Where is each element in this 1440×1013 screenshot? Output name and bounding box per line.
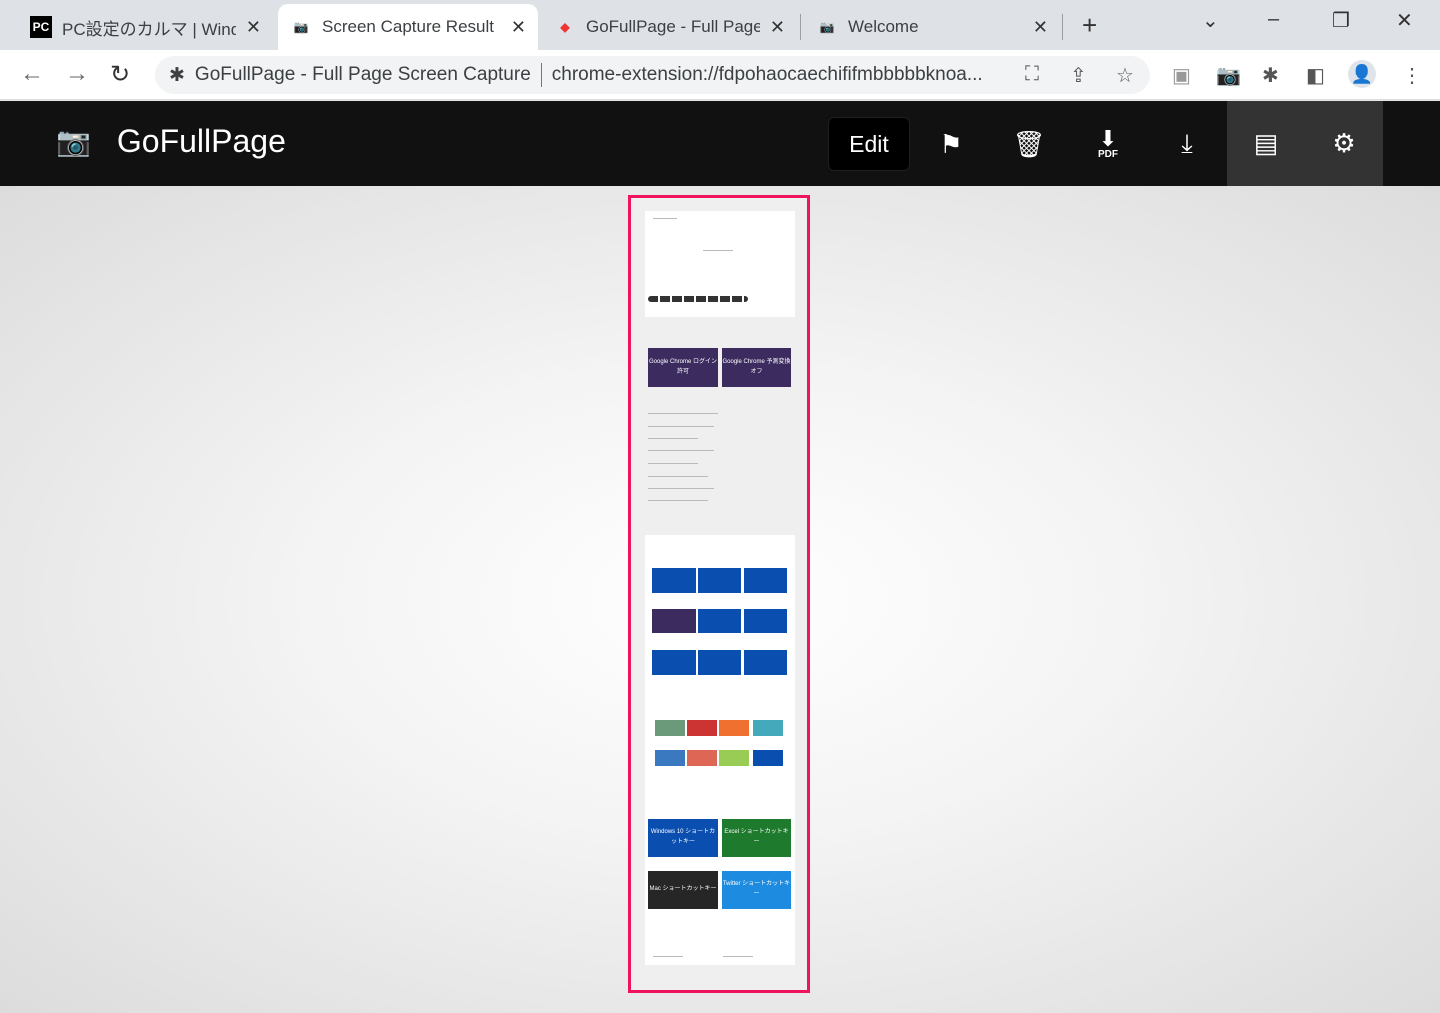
reload-button[interactable]: ↻ [110, 60, 130, 89]
toolbar: ← → ↻ ✱ GoFullPage - Full Page Screen Ca… [0, 50, 1440, 100]
bookmark-star-icon[interactable]: ☆ [1116, 63, 1134, 88]
shortcut-tile: Windows 10 ショートカットキー [648, 819, 718, 857]
download-image-icon[interactable]: ⤓ [1148, 117, 1226, 171]
extensions-puzzle-icon[interactable]: ✱ [1262, 63, 1279, 88]
restore-button[interactable]: ❐ [1332, 8, 1350, 33]
featured-tile: Google Chrome 予測変換 オフ [722, 348, 791, 387]
extension-icon: ✱ [169, 64, 185, 86]
tab-search-icon[interactable]: ⌄ [1202, 8, 1219, 33]
side-panel-icon[interactable]: ◧ [1306, 63, 1325, 88]
download-icon: ⬇ [1098, 126, 1118, 151]
address-bar[interactable]: ✱ GoFullPage - Full Page Screen Capture … [155, 56, 1150, 94]
pc-favicon-icon: PC [30, 16, 52, 38]
minimize-button[interactable]: – [1268, 8, 1279, 31]
extension-n-icon[interactable]: ▣ [1172, 63, 1191, 88]
shortcut-tile: Excel ショートカットキー [722, 819, 791, 857]
close-tab-icon[interactable]: ✕ [770, 17, 785, 38]
tab-gofullpage-store[interactable]: ◆ GoFullPage - Full Page Screen Capture✕ [542, 4, 797, 50]
translate-icon[interactable]: ⛶ [1025, 63, 1039, 86]
chrome-store-icon: ◆ [560, 20, 570, 34]
camera-icon: 📷 [819, 20, 835, 34]
app-title: GoFullPage [116, 123, 286, 159]
download-pdf-button[interactable]: ⬇ PDF [1069, 117, 1147, 171]
settings-gear-icon[interactable]: ⚙ [1305, 101, 1383, 186]
tab-strip: PC PC設定のカルマ | Windows✕ 📷 Screen Capture … [0, 0, 1440, 50]
gofullpage-camera-icon[interactable]: 📷 [1216, 63, 1241, 88]
app-header: 📷 GoFullPage Edit ⚑ 🗑 ⬇ PDF ⤓ ▤ ⚙ [0, 101, 1440, 186]
close-window-button[interactable]: ✕ [1396, 8, 1413, 33]
tab-pc-karma[interactable]: PC PC設定のカルマ | Windows✕ [18, 4, 273, 50]
tab-welcome[interactable]: 📷 Welcome ✕ [804, 4, 1060, 50]
profile-avatar[interactable]: 👤 [1348, 60, 1376, 88]
shortcut-tile: Twitter ショートカットキー [722, 871, 791, 909]
forward-button[interactable]: → [65, 60, 89, 88]
share-icon[interactable]: ⇪ [1070, 63, 1087, 88]
shortcut-tile: Mac ショートカットキー [648, 871, 718, 909]
file-list-icon[interactable]: ▤ [1227, 101, 1305, 186]
back-button[interactable]: ← [20, 60, 44, 88]
close-tab-icon[interactable]: ✕ [246, 17, 261, 38]
camera-icon: 📷 [293, 20, 309, 34]
close-tab-icon[interactable]: ✕ [511, 17, 526, 38]
menu-icon[interactable]: ⋮ [1402, 63, 1422, 88]
close-tab-icon[interactable]: ✕ [1033, 17, 1048, 38]
trash-icon[interactable]: 🗑 [990, 117, 1068, 171]
camera-icon: 📷 [56, 126, 91, 157]
capture-thumbnail[interactable]: Google Chrome ログイン許可 Google Chrome 予測変換 … [628, 195, 810, 993]
tab-screen-capture-result[interactable]: 📷 Screen Capture Result ✕ [278, 4, 538, 50]
new-tab-button[interactable]: + [1082, 10, 1097, 41]
flag-icon[interactable]: ⚑ [912, 117, 990, 171]
featured-tile: Google Chrome ログイン許可 [648, 348, 718, 387]
edit-button[interactable]: Edit [828, 117, 910, 171]
